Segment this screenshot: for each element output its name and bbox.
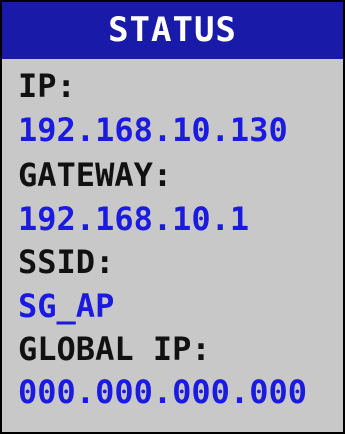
ip-value: 192.168.10.130 [18, 111, 288, 149]
ip-label: IP: [18, 67, 76, 105]
gateway-value: 192.168.10.1 [18, 200, 250, 238]
status-panel: STATUS IP: 192.168.10.130 GATEWAY: 192.1… [0, 0, 345, 434]
status-title: STATUS [2, 2, 343, 59]
ssid-value: SG_AP [18, 287, 115, 325]
ssid-label: SSID: [18, 243, 115, 281]
global-ip-label: GLOBAL IP: [18, 330, 211, 368]
global-ip-value: 000.000.000.000 [18, 373, 307, 411]
gateway-label: GATEWAY: [18, 156, 173, 194]
